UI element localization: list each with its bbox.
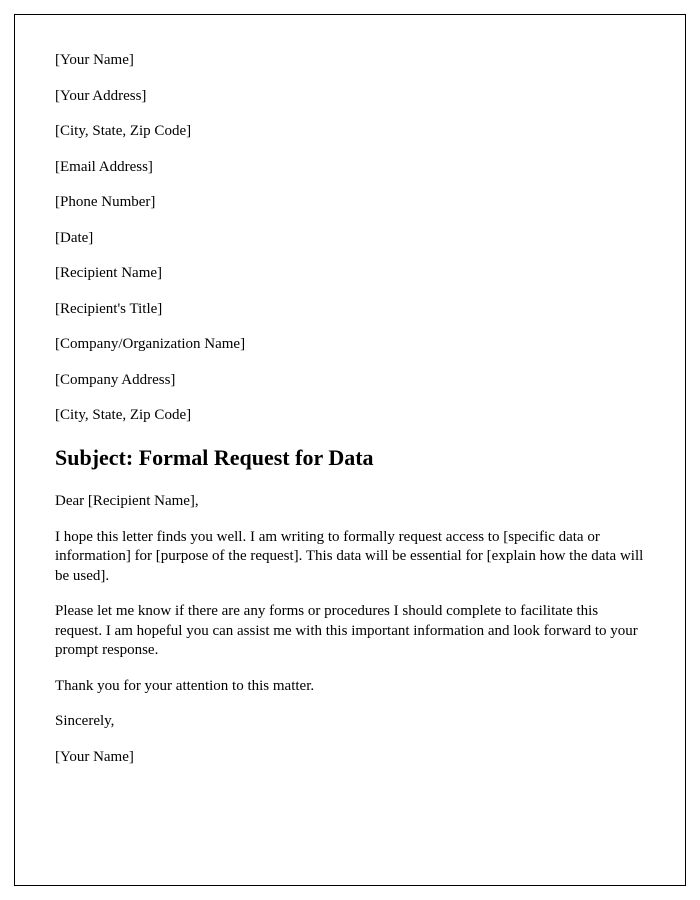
recipient-name: [Recipient Name] <box>55 264 645 284</box>
body-paragraph-2: Please let me know if there are any form… <box>55 602 645 661</box>
company-name: [Company/Organization Name] <box>55 335 645 355</box>
subject-line: Subject: Formal Request for Data <box>55 444 645 473</box>
company-address: [Company Address] <box>55 371 645 391</box>
sender-address: [Your Address] <box>55 87 645 107</box>
salutation: Dear [Recipient Name], <box>55 492 645 512</box>
sender-phone: [Phone Number] <box>55 193 645 213</box>
sender-name: [Your Name] <box>55 51 645 71</box>
recipient-title: [Recipient's Title] <box>55 300 645 320</box>
signature: [Your Name] <box>55 748 645 768</box>
sender-email: [Email Address] <box>55 158 645 178</box>
body-paragraph-1: I hope this letter finds you well. I am … <box>55 528 645 587</box>
company-city-state-zip: [City, State, Zip Code] <box>55 406 645 426</box>
closing: Sincerely, <box>55 712 645 732</box>
sender-city-state-zip: [City, State, Zip Code] <box>55 122 645 142</box>
letter-date: [Date] <box>55 229 645 249</box>
letter-page: [Your Name] [Your Address] [City, State,… <box>14 14 686 886</box>
body-paragraph-3: Thank you for your attention to this mat… <box>55 677 645 697</box>
